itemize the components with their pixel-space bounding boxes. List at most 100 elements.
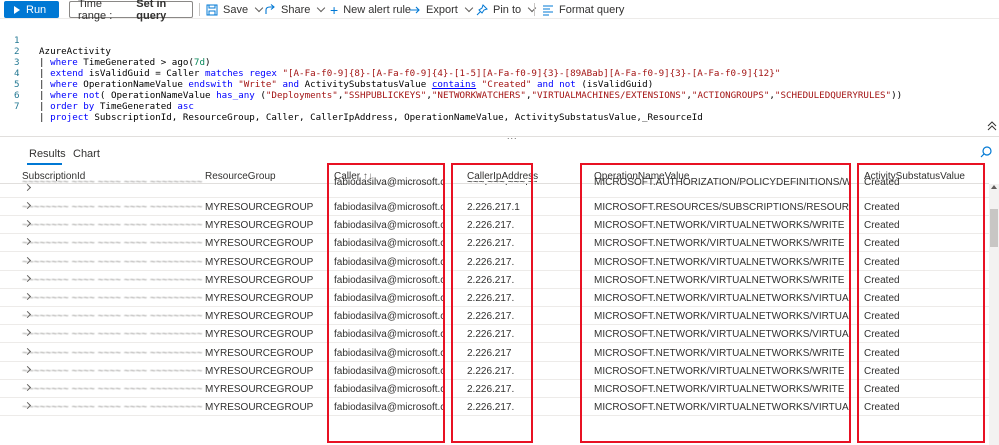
cell-operationnamevalue: MICROSOFT.NETWORK/VIRTUALNETWORKS/VIRTUA… <box>594 311 849 323</box>
table-row[interactable]: ~~~~~~~~ ~~~~ ~~~~ ~~~~ ~~~~~~~~~~~~ MYRE… <box>0 289 989 307</box>
cell-caller: fabiodasilva@microsoft.com <box>334 202 444 213</box>
cell-subscriptionid: ~~~~~~~~ ~~~~ ~~~~ ~~~~ ~~~~~~~~~~~~ <box>22 220 202 232</box>
table-row[interactable]: ~~~~~~~~ ~~~~ ~~~~ ~~~~ ~~~~~~~~~~~~ MYRE… <box>0 234 989 253</box>
cell-activitysubstatusvalue: Created <box>864 311 900 323</box>
cell-activitysubstatusvalue: Created <box>864 256 900 268</box>
cell-caller: fabiodasilva@microsoft.com <box>334 293 444 304</box>
cell-resourcegroup: MYRESOURCEGROUP <box>205 274 314 286</box>
cell-resourcegroup: MYRESOURCEGROUP <box>205 293 314 304</box>
table-row[interactable]: ~~~~~~~~ ~~~~ ~~~~ ~~~~ ~~~~~~~~~~~~ MYRE… <box>0 325 989 344</box>
code-line: 6 | order by TimeGenerated asc <box>0 79 194 112</box>
cell-activitysubstatusvalue: Created <box>864 402 900 414</box>
cell-activitysubstatusvalue: Created <box>864 347 900 359</box>
cell-activitysubstatusvalue: Created <box>864 274 900 286</box>
time-range-picker[interactable]: Time range : Set in query <box>69 0 193 22</box>
table-row[interactable]: ~~~~~~~~ ~~~~ ~~~~ ~~~~ ~~~~~~~~~~~~ MYRE… <box>0 216 989 235</box>
cell-subscriptionid: ~~~~~~~~ ~~~~ ~~~~ ~~~~ ~~~~~~~~~~~~ <box>22 238 202 250</box>
chevron-down-icon <box>527 3 537 13</box>
toolbar-divider <box>199 3 200 16</box>
table-row[interactable]: ~~~~~~~~ ~~~~ ~~~~ ~~~~ ~~~~~~~~~~~~ fabi… <box>0 177 989 198</box>
cell-activitysubstatusvalue: Created <box>864 329 900 341</box>
cell-operationnamevalue: MICROSOFT.AUTHORIZATION/POLICYDEFINITION… <box>594 177 849 188</box>
format-query-button[interactable]: Format query <box>542 2 624 17</box>
cell-resourcegroup: MYRESOURCEGROUP <box>205 347 314 359</box>
share-button[interactable]: Share <box>264 2 326 17</box>
cell-subscriptionid: ~~~~~~~~ ~~~~ ~~~~ ~~~~ ~~~~~~~~~~~~ <box>22 256 202 268</box>
run-label: Run <box>26 3 47 16</box>
table-row[interactable]: ~~~~~~~~ ~~~~ ~~~~ ~~~~ ~~~~~~~~~~~~ MYRE… <box>0 362 989 380</box>
code-text: | order by TimeGenerated asc <box>39 101 194 112</box>
line-number: 7 <box>14 101 20 112</box>
pin-label: Pin to <box>493 3 522 16</box>
table-row[interactable]: ~~~~~~~~ ~~~~ ~~~~ ~~~~ ~~~~~~~~~~~~ MYRE… <box>0 344 989 362</box>
table-row[interactable]: ~~~~~~~~ ~~~~ ~~~~ ~~~~ ~~~~~~~~~~~~ MYRE… <box>0 307 989 326</box>
cell-activitysubstatusvalue: Created <box>864 220 900 232</box>
cell-operationnamevalue: MICROSOFT.RESOURCES/SUBSCRIPTIONS/RESOUR… <box>594 202 849 213</box>
cell-resourcegroup: MYRESOURCEGROUP <box>205 365 314 377</box>
cell-caller: fabiodasilva@microsoft.com <box>334 329 444 341</box>
code-text: | where OperationNameValue endswith "Wri… <box>39 79 654 90</box>
new-alert-rule-button[interactable]: + New alert rule <box>330 2 411 17</box>
chevron-down-icon <box>317 3 326 13</box>
table-row[interactable]: ~~~~~~~~ ~~~~ ~~~~ ~~~~ ~~~~~~~~~~~~ MYRE… <box>0 380 989 398</box>
scroll-up-arrow-icon[interactable] <box>991 185 997 189</box>
cell-operationnamevalue: MICROSOFT.NETWORK/VIRTUALNETWORKS/VIRTUA… <box>594 329 849 341</box>
table-row[interactable]: ~~~~~~~~ ~~~~ ~~~~ ~~~~ ~~~~~~~~~~~~ MYRE… <box>0 198 989 216</box>
cell-activitysubstatusvalue: Created <box>864 365 900 377</box>
table-row[interactable]: ~~~~~~~~ ~~~~ ~~~~ ~~~~ ~~~~~~~~~~~~ MYRE… <box>0 398 989 417</box>
new-alert-label: New alert rule <box>343 3 412 16</box>
cell-subscriptionid: ~~~~~~~~ ~~~~ ~~~~ ~~~~ ~~~~~~~~~~~~ <box>22 329 202 341</box>
tab-results[interactable]: Results <box>29 148 66 164</box>
query-editor[interactable]: 1 AzureActivity 2 | where TimeGenerated … <box>0 20 999 130</box>
pane-splitter[interactable] <box>0 136 999 137</box>
save-icon <box>206 4 218 15</box>
query-toolbar: Run Time range : Set in query Save Share… <box>0 0 999 22</box>
cell-resourcegroup: MYRESOURCEGROUP <box>205 220 314 232</box>
tab-chart[interactable]: Chart <box>73 148 100 164</box>
pin-to-button[interactable]: Pin to <box>476 2 537 17</box>
cell-activitysubstatusvalue: Created <box>864 238 900 250</box>
cell-calleripaddress: 2.226.217. <box>467 256 515 268</box>
cell-caller: fabiodasilva@microsoft.com <box>334 220 444 232</box>
cell-calleripaddress: 2.226.217 <box>467 347 512 359</box>
cell-subscriptionid: ~~~~~~~~ ~~~~ ~~~~ ~~~~ ~~~~~~~~~~~~ <box>22 293 202 304</box>
cell-caller: fabiodasilva@microsoft.com <box>334 256 444 268</box>
cell-calleripaddress: ~~~.~~~.~~~.~~~ <box>467 177 537 188</box>
cell-caller: fabiodasilva@microsoft.com <box>334 274 444 286</box>
code-text: | extend isValidGuid = Caller matches re… <box>39 68 781 79</box>
cell-subscriptionid: ~~~~~~~~ ~~~~ ~~~~ ~~~~ ~~~~~~~~~~~~ <box>22 347 202 359</box>
export-label: Export <box>426 3 458 16</box>
export-button[interactable]: Export <box>409 2 474 17</box>
cell-calleripaddress: 2.226.217. <box>467 384 515 395</box>
save-button[interactable]: Save <box>206 2 264 17</box>
cell-calleripaddress: 2.226.217. <box>467 274 515 286</box>
cell-resourcegroup: MYRESOURCEGROUP <box>205 384 314 395</box>
table-row[interactable]: ~~~~~~~~ ~~~~ ~~~~ ~~~~ ~~~~~~~~~~~~ MYRE… <box>0 253 989 271</box>
cell-caller: fabiodasilva@microsoft.com <box>334 365 444 377</box>
code-text: | where TimeGenerated > ago(7d) <box>39 57 211 68</box>
search-icon[interactable] <box>980 146 992 158</box>
collapse-up-icon[interactable] <box>987 121 997 131</box>
cell-operationnamevalue: MICROSOFT.NETWORK/VIRTUALNETWORKS/WRITE <box>594 384 845 395</box>
share-label: Share <box>281 3 311 16</box>
table-row[interactable]: ~~~~~~~~ ~~~~ ~~~~ ~~~~ ~~~~~~~~~~~~ MYRE… <box>0 271 989 289</box>
cell-subscriptionid: ~~~~~~~~ ~~~~ ~~~~ ~~~~ ~~~~~~~~~~~~ <box>22 202 202 213</box>
code-text: | project SubscriptionId, ResourceGroup,… <box>39 112 703 123</box>
toolbar-divider <box>534 3 535 16</box>
cell-resourcegroup: MYRESOURCEGROUP <box>205 329 314 341</box>
code-line: 2 | where TimeGenerated > ago(7d) <box>0 35 211 68</box>
export-arrow-icon <box>410 6 420 13</box>
code-line: 4 | where OperationNameValue endswith "W… <box>0 57 653 90</box>
cell-caller: fabiodasilva@microsoft.com <box>334 347 444 359</box>
cell-operationnamevalue: MICROSOFT.NETWORK/VIRTUALNETWORKS/WRITE <box>594 238 845 250</box>
cell-caller: fabiodasilva@microsoft.com <box>334 402 444 414</box>
scrollbar-thumb[interactable] <box>990 209 998 247</box>
cell-calleripaddress: 2.226.217. <box>467 365 515 377</box>
plus-icon: + <box>330 1 339 18</box>
cell-operationnamevalue: MICROSOFT.NETWORK/VIRTUALNETWORKS/VIRTUA… <box>594 402 849 414</box>
cell-subscriptionid: ~~~~~~~~ ~~~~ ~~~~ ~~~~ ~~~~~~~~~~~~ <box>22 311 202 323</box>
format-label: Format query <box>559 3 625 16</box>
run-button[interactable]: Run <box>4 1 59 18</box>
time-range-value: Set in query <box>136 0 167 22</box>
code-line: 1 AzureActivity <box>0 24 111 57</box>
